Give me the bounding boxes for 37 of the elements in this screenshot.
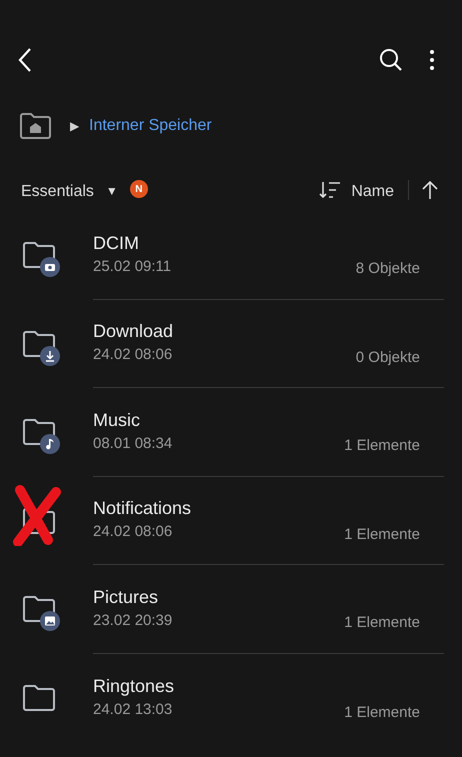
- folder-name: Music: [93, 408, 142, 432]
- folder-icon: [22, 595, 58, 624]
- filter-caret[interactable]: ▼: [106, 180, 118, 202]
- folder-icon: [22, 418, 58, 446]
- folder-name: Pictures: [93, 586, 160, 609]
- item-count: 8 Objekte: [356, 259, 420, 279]
- folder-badge-icon: [40, 257, 60, 277]
- home-folder-button[interactable]: [19, 112, 52, 140]
- folder-icon: [22, 241, 58, 270]
- folder-date: 24.02 08:06: [93, 522, 174, 542]
- folder-badge-icon: [40, 434, 60, 454]
- item-count: 1 Elemente: [344, 524, 420, 544]
- folder-date: 08.01 08:34: [93, 434, 174, 454]
- breadcrumb-separator: ▶: [70, 118, 79, 135]
- more-options-icon: [430, 49, 434, 71]
- sort-name-button[interactable]: Name: [351, 180, 394, 204]
- sort-icon[interactable]: [319, 180, 342, 200]
- folder-date: 23.02 20:39: [93, 610, 174, 631]
- item-count: 1 Elemente: [344, 436, 420, 456]
- folder-date: 24.02 13:03: [93, 700, 174, 720]
- item-count: 1 Elemente: [344, 702, 420, 722]
- folder-badge-icon: [40, 611, 60, 631]
- folder-icon: [22, 684, 58, 712]
- folder-name: Download: [93, 320, 174, 344]
- breadcrumb-link[interactable]: Interner Speicher: [89, 114, 212, 138]
- item-count: 0 Objekte: [356, 348, 420, 368]
- folder-date: 25.02 09:11: [93, 256, 172, 277]
- item-count: 1 Elemente: [344, 613, 420, 633]
- folder-date: 24.02 08:06: [93, 345, 174, 366]
- folder-name: Ringtones: [93, 674, 176, 698]
- new-badge: N: [130, 180, 148, 198]
- folder-name: DCIM: [93, 232, 140, 255]
- filter-label[interactable]: Essentials: [21, 180, 94, 204]
- folder-icon: [22, 506, 58, 535]
- folder-badge-icon: [40, 346, 60, 366]
- folder-icon: [22, 330, 58, 358]
- folder-name: Notifications: [93, 497, 192, 520]
